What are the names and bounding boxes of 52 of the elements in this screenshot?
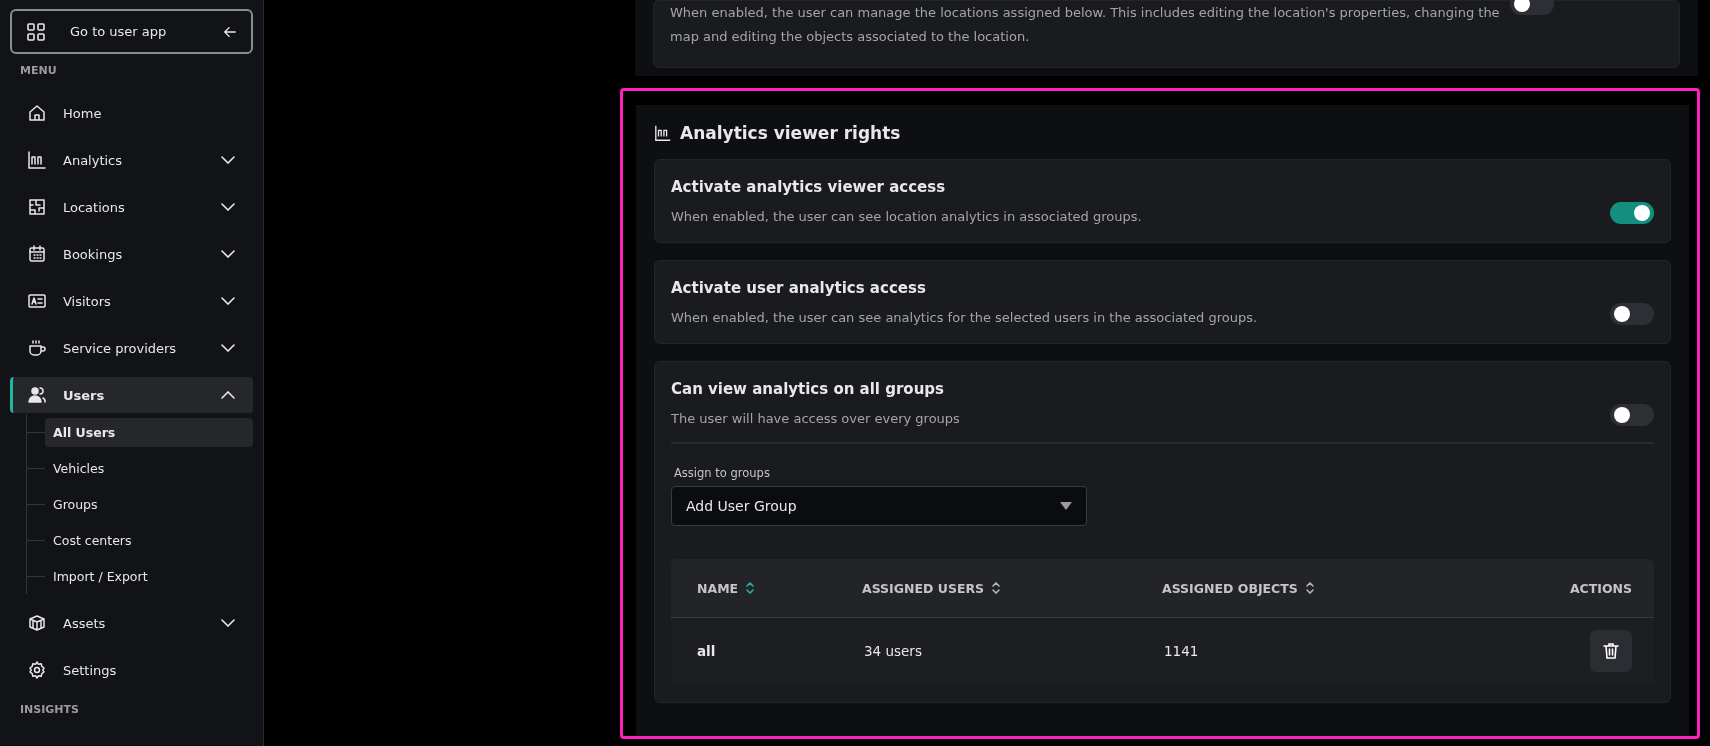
submenu-item[interactable]: Vehicles <box>45 453 253 483</box>
setting-description: When enabled, the user can see analytics for the selected users in the associated groups. <box>671 310 1259 325</box>
nav-item[interactable]: Bookings <box>10 236 253 272</box>
nav-item[interactable]: Locations <box>10 189 253 225</box>
submenu-item[interactable]: Import / Export <box>45 561 253 591</box>
setting-title: Activate analytics viewer access <box>671 178 947 196</box>
setting-description: When enabled, the user can see location analytics in associated groups. <box>671 209 1143 224</box>
nav-item[interactable]: Visitors <box>10 283 253 319</box>
submenu-item[interactable]: Groups <box>45 489 253 519</box>
caret-icon <box>1060 502 1072 510</box>
gear-icon <box>27 660 47 680</box>
setting-title: Can view analytics on all groups <box>671 380 946 398</box>
nav-item[interactable]: Service providers <box>10 330 253 366</box>
nav-item[interactable]: Users <box>10 377 253 413</box>
home-icon <box>27 103 47 123</box>
cup-icon <box>27 338 47 358</box>
bar-chart-icon <box>654 124 672 142</box>
section-title: Analytics viewer rights <box>680 123 901 143</box>
toggle-switch[interactable] <box>1610 303 1654 325</box>
trash-icon <box>1601 641 1621 661</box>
menu-heading: MENU <box>19 63 58 79</box>
field-label: Assign to groups <box>674 466 771 480</box>
box-icon <box>27 613 47 633</box>
sort-header[interactable]: NAME <box>671 580 862 596</box>
sort-header[interactable]: ASSIGNED OBJECTS <box>1162 580 1512 596</box>
grid-icon <box>26 21 46 42</box>
setting-description: When enabled, the user can manage the locations assigned below. This includes editing the location's properties, changing the map and editing the objects associated to the location. <box>670 4 1501 46</box>
submenu-item[interactable]: All Users <box>45 417 253 447</box>
nav-item[interactable]: Home <box>10 95 253 131</box>
submenu-item[interactable]: Cost centers <box>45 525 253 555</box>
insights-heading: INSIGHTS <box>19 702 80 718</box>
nav-item[interactable]: Analytics <box>10 142 253 178</box>
arrow-left-icon <box>223 24 237 39</box>
floor-plan-icon <box>27 197 47 217</box>
setting-title: Activate user analytics access <box>671 279 927 297</box>
setting-description: The user will have access over every groups <box>671 411 961 426</box>
table-cell-text: 1141 <box>1164 643 1200 659</box>
toggle-switch[interactable] <box>1610 202 1654 224</box>
delete-button[interactable] <box>1590 630 1632 672</box>
users-icon <box>27 385 47 405</box>
sort-header[interactable]: ASSIGNED USERS <box>862 580 1162 596</box>
table-cell-text: all <box>696 643 717 659</box>
toggle-switch[interactable] <box>1610 404 1654 426</box>
id-card-icon <box>27 291 47 311</box>
bar-chart-icon <box>27 150 47 170</box>
table-cell-text: 34 users <box>863 643 923 659</box>
nav-item[interactable]: Settings <box>10 652 253 688</box>
nav-item[interactable]: Assets <box>10 605 253 641</box>
column-header: ACTIONS <box>1568 580 1633 596</box>
go-to-user-app-button[interactable]: Go to user app <box>10 9 253 54</box>
group-select[interactable]: Add User Group <box>671 486 1087 526</box>
calendar-icon <box>27 244 47 264</box>
